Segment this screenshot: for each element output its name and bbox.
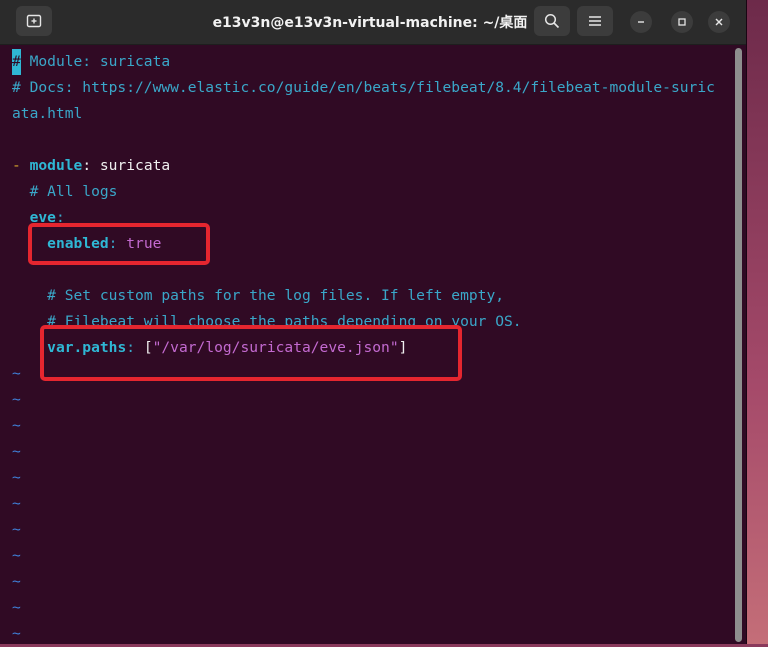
- desktop-background: [744, 0, 768, 644]
- search-button[interactable]: [534, 6, 570, 36]
- title-bar: e13v3n@e13v3n-virtual-machine: ~/桌面: [0, 0, 746, 45]
- search-icon: [544, 13, 560, 29]
- empty-line-tilde: ~: [12, 365, 21, 382]
- yaml-value: suricata: [99, 157, 171, 174]
- window-title: e13v3n@e13v3n-virtual-machine: ~/桌面: [212, 15, 528, 31]
- vim-editor[interactable]: # Module: suricata # Docs: https://www.e…: [0, 46, 734, 644]
- text-cursor: #: [12, 49, 21, 75]
- maximize-icon: [678, 18, 686, 26]
- close-icon: [715, 18, 723, 26]
- editor-line: # Module: suricata: [12, 49, 170, 75]
- editor-line: ata.html: [12, 105, 83, 122]
- hamburger-menu-icon: [589, 16, 601, 26]
- empty-line-tilde: ~: [12, 417, 21, 434]
- yaml-colon: :: [82, 157, 100, 174]
- yaml-key: module: [29, 157, 83, 174]
- list-dash: -: [12, 157, 21, 174]
- empty-line-tilde: ~: [12, 391, 21, 408]
- editor-line: # Set custom paths for the log files. If…: [12, 287, 505, 304]
- new-tab-icon: [26, 14, 42, 28]
- editor-line: # Docs: https://www.elastic.co/guide/en/…: [12, 79, 715, 96]
- terminal-window: e13v3n@e13v3n-virtual-machine: ~/桌面 # Mo…: [0, 0, 747, 644]
- empty-line-tilde: ~: [12, 547, 21, 564]
- comment-text: Module: suricata: [20, 53, 171, 70]
- scrollbar[interactable]: [735, 48, 742, 642]
- highlight-box-var-paths: [40, 325, 462, 381]
- editor-line: - module: suricata: [12, 153, 170, 179]
- empty-line-tilde: ~: [12, 443, 21, 460]
- minimize-icon: [638, 21, 644, 23]
- highlight-box-enabled: [28, 223, 210, 265]
- empty-line-tilde: ~: [12, 469, 21, 486]
- editor-line: # All logs: [12, 183, 118, 200]
- empty-line-tilde: ~: [12, 495, 21, 512]
- close-button[interactable]: [708, 11, 730, 33]
- new-tab-button[interactable]: [16, 6, 52, 36]
- empty-line-tilde: ~: [12, 599, 21, 616]
- empty-line-tilde: ~: [12, 573, 21, 590]
- empty-line-tilde: ~: [12, 625, 21, 642]
- empty-line-tilde: ~: [12, 521, 21, 538]
- minimize-button[interactable]: [630, 11, 652, 33]
- maximize-button[interactable]: [671, 11, 693, 33]
- menu-button[interactable]: [577, 6, 613, 36]
